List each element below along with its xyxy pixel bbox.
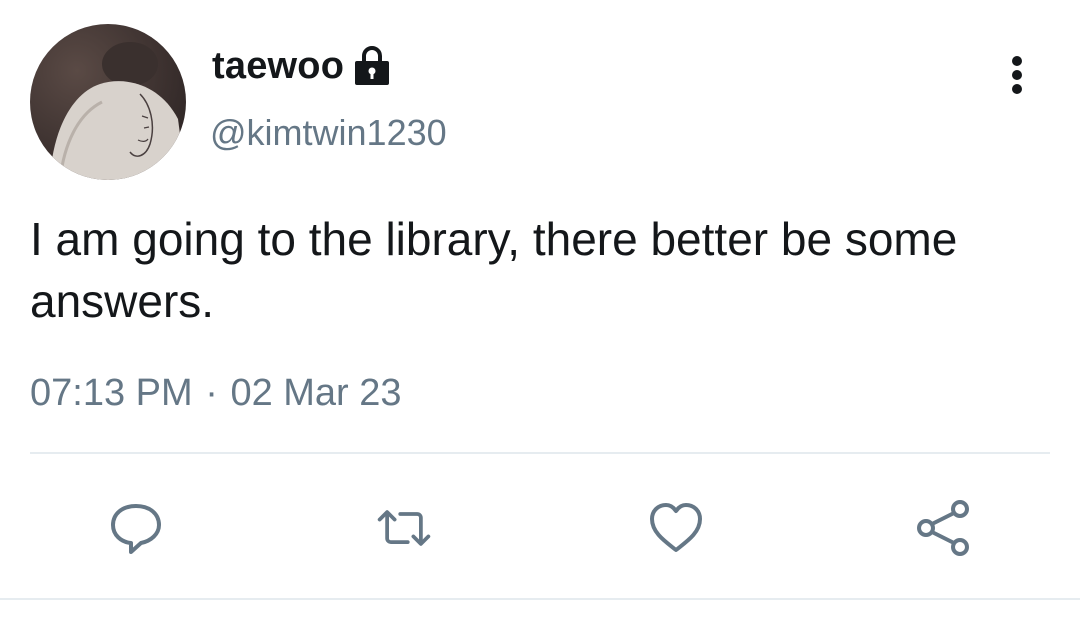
retweet-arrows-icon [377,510,431,546]
bottom-divider [0,598,1080,600]
tweet-time: 07:13 PM [30,372,193,414]
tweet-card: taewoo @kimtwin1230 I am going to the li… [0,0,1080,618]
tweet-date: 02 Mar 23 [230,372,402,414]
retweet-button[interactable] [374,498,434,558]
author-name-row[interactable]: taewoo [212,40,392,92]
lock-icon [352,44,392,88]
avatar[interactable] [30,24,186,180]
tweet-text: I am going to the library, there better … [30,213,958,327]
tweet-timestamp: 07:13 PM · 02 Mar 23 [30,372,402,415]
user-handle[interactable]: @kimtwin1230 [210,112,447,154]
timestamp-separator: · [205,372,218,414]
more-options-icon[interactable] [1000,52,1034,98]
like-button[interactable] [646,498,706,558]
display-name[interactable]: taewoo [212,45,344,88]
divider [30,452,1050,454]
heart-icon [650,503,702,552]
share-button[interactable] [914,498,974,558]
reply-button[interactable] [106,498,166,558]
share-nodes-icon [917,500,969,556]
speech-bubble-icon [111,504,161,554]
avatar-image [30,24,186,180]
